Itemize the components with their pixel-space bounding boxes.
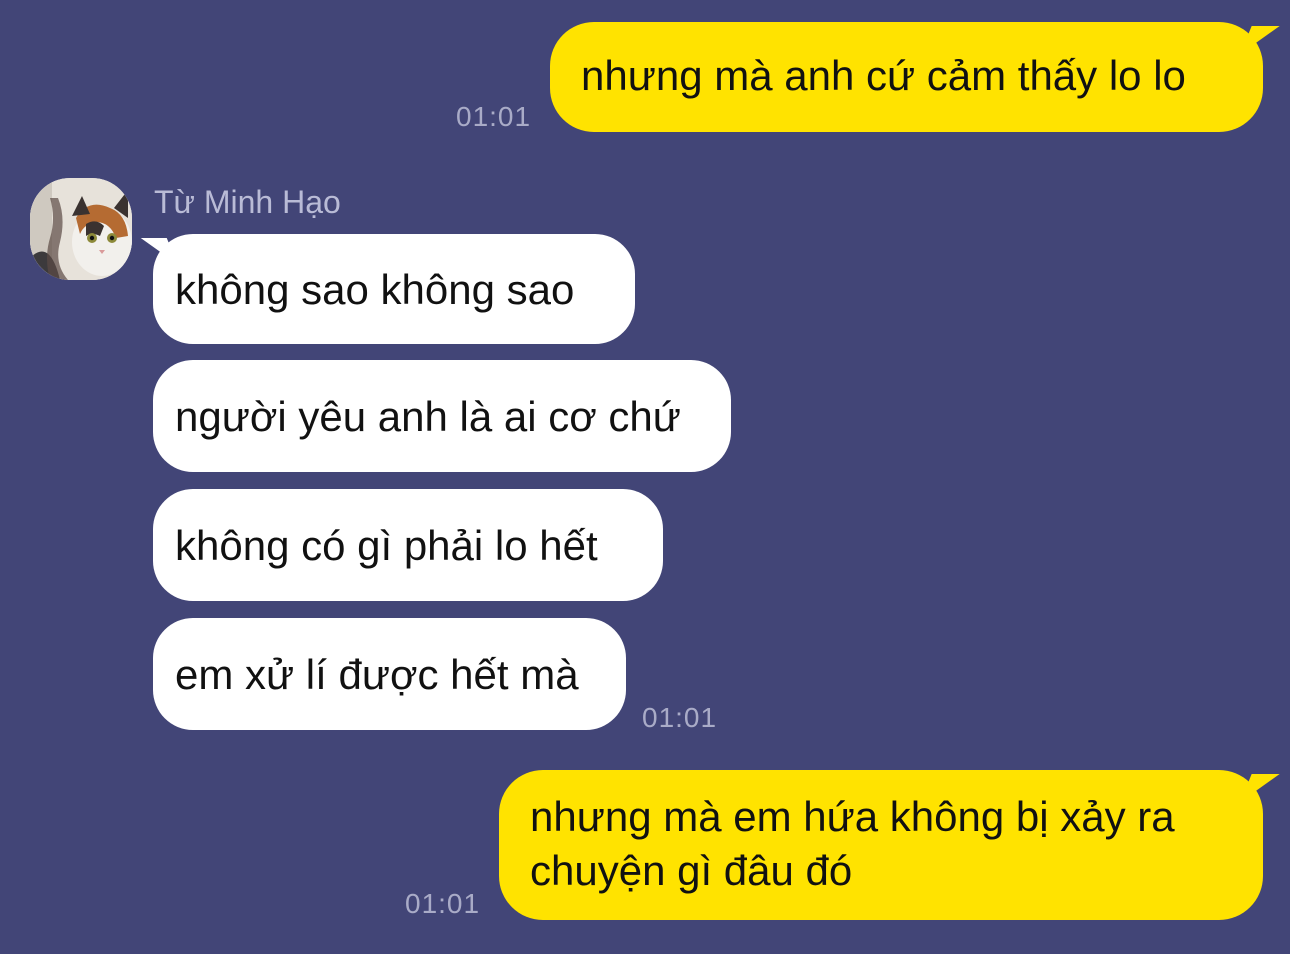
outgoing-message-bubble[interactable]: nhưng mà em hứa không bị xảy ra chuyện g… — [499, 770, 1263, 920]
incoming-message-bubble[interactable]: không có gì phải lo hết — [153, 489, 663, 601]
incoming-message-bubble[interactable]: không sao không sao — [153, 234, 635, 344]
cat-photo-avatar-icon — [30, 178, 132, 280]
message-timestamp: 01:01 — [405, 888, 481, 919]
message-text: nhưng mà anh cứ cảm thấy lo lo — [581, 52, 1186, 99]
message-text: không sao không sao — [175, 266, 575, 313]
message-text-line: chuyện gì đâu đó — [530, 847, 853, 894]
incoming-message-bubble[interactable]: người yêu anh là ai cơ chứ — [153, 360, 731, 472]
contact-avatar[interactable] — [30, 178, 132, 280]
message-text: người yêu anh là ai cơ chứ — [175, 393, 681, 440]
message-text: không có gì phải lo hết — [175, 522, 598, 569]
incoming-message-bubble[interactable]: em xử lí được hết mà — [153, 618, 626, 730]
message-timestamp: 01:01 — [456, 101, 532, 132]
outgoing-message-bubble[interactable]: nhưng mà anh cứ cảm thấy lo lo — [550, 22, 1263, 132]
contact-name: Từ Minh Hạo — [154, 184, 341, 220]
message-timestamp: 01:01 — [642, 702, 718, 733]
message-text: em xử lí được hết mà — [175, 651, 579, 698]
message-text-line: nhưng mà em hứa không bị xảy ra — [530, 793, 1175, 840]
chat-window: nhưng mà anh cứ cảm thấy lo lo 01:01 Từ … — [0, 0, 1290, 954]
